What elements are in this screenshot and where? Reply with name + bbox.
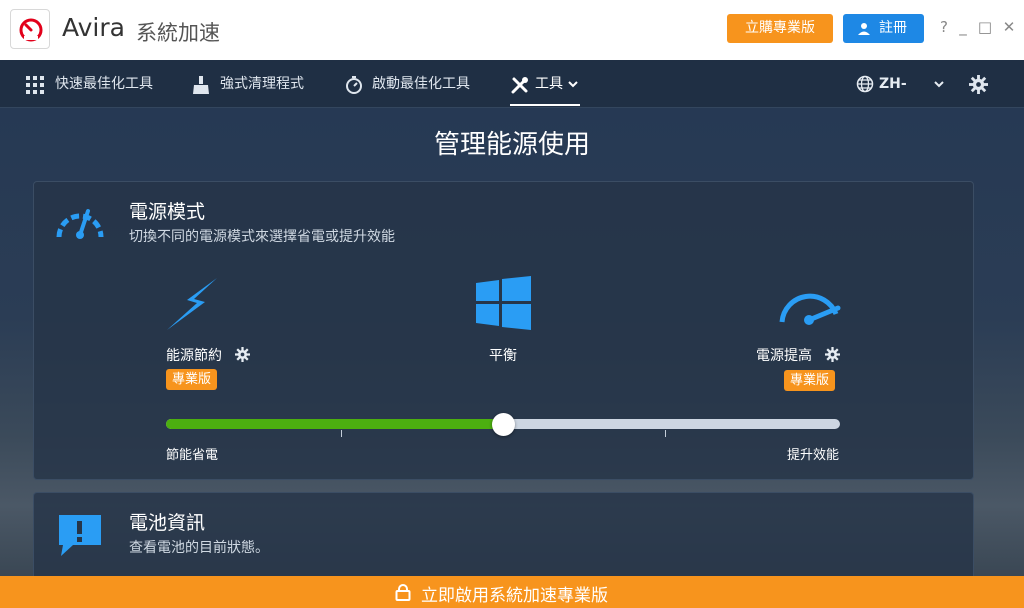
app-name: Avira bbox=[62, 13, 125, 42]
register-button[interactable]: 註冊 bbox=[843, 14, 924, 43]
speedometer-icon[interactable] bbox=[776, 284, 842, 326]
page-title: 管理能源使用 bbox=[433, 130, 590, 160]
app-subtitle: 系統加速 bbox=[136, 21, 220, 45]
nav-item-cleaner[interactable]: 強式清理程式 bbox=[192, 60, 312, 108]
power-slider-fill bbox=[166, 419, 503, 429]
title-bar: Avira 系統加速 立購專業版 註冊 ? _ □ ✕ bbox=[0, 0, 1024, 60]
settings-gear-icon[interactable] bbox=[969, 75, 988, 94]
tools-icon bbox=[511, 77, 528, 94]
nav-label: 啟動最佳化工具 bbox=[372, 76, 470, 92]
battery-title: 電池資訊 bbox=[129, 512, 206, 534]
avira-logo-icon bbox=[10, 9, 50, 49]
nav-label: 快速最佳化工具 bbox=[55, 76, 153, 92]
slider-tick bbox=[665, 430, 666, 437]
globe-icon bbox=[856, 75, 874, 93]
gear-icon[interactable] bbox=[235, 347, 250, 362]
lightning-icon[interactable] bbox=[165, 276, 221, 332]
nav-item-quick-optimizer[interactable]: 快速最佳化工具 bbox=[26, 60, 166, 108]
chevron-down-icon bbox=[934, 81, 944, 88]
slider-tick bbox=[341, 430, 342, 437]
nav-label: 強式清理程式 bbox=[220, 76, 304, 92]
buy-pro-button[interactable]: 立購專業版 bbox=[727, 14, 833, 43]
help-button[interactable]: ? bbox=[936, 18, 952, 36]
windows-icon[interactable] bbox=[476, 276, 531, 330]
user-icon bbox=[858, 23, 870, 35]
close-button[interactable]: ✕ bbox=[1001, 18, 1017, 36]
speedometer-icon bbox=[56, 209, 104, 239]
power-slider-handle[interactable] bbox=[491, 413, 515, 436]
battery-subtitle: 查看電池的目前狀態。 bbox=[129, 540, 269, 556]
broom-icon bbox=[193, 76, 209, 94]
slider-min-label: 節能省電 bbox=[166, 448, 219, 463]
gear-icon[interactable] bbox=[825, 347, 840, 362]
pro-badge: 專業版 bbox=[784, 370, 836, 391]
power-mode-title: 電源模式 bbox=[129, 201, 206, 223]
slider-max-label: 提升效能 bbox=[787, 448, 840, 463]
alert-message-icon bbox=[59, 515, 101, 556]
mode-label-balanced: 平衡 bbox=[489, 348, 517, 364]
stopwatch-icon bbox=[346, 76, 362, 94]
nav-item-tools[interactable]: 工具 bbox=[511, 60, 581, 108]
lock-icon bbox=[395, 584, 411, 601]
register-label: 註冊 bbox=[879, 20, 907, 36]
mode-label-energy-saving: 能源節約 bbox=[166, 348, 222, 364]
active-tab-indicator bbox=[510, 104, 580, 106]
power-mode-subtitle: 切換不同的電源模式來選擇省電或提升效能 bbox=[129, 229, 395, 245]
nav-item-startup-optimizer[interactable]: 啟動最佳化工具 bbox=[345, 60, 480, 108]
grid-icon bbox=[26, 76, 44, 94]
top-nav: 快速最佳化工具 強式清理程式 啟動最佳化工具 工具 ZH- bbox=[0, 60, 1024, 140]
pro-badge: 專業版 bbox=[166, 369, 218, 390]
chevron-down-icon bbox=[568, 81, 578, 88]
mode-label-power-boost: 電源提高 bbox=[756, 348, 812, 364]
activate-pro-label: 立即啟用系統加速專業版 bbox=[421, 586, 608, 606]
maximize-button[interactable]: □ bbox=[977, 18, 993, 36]
minimize-button[interactable]: _ bbox=[955, 18, 971, 36]
activate-pro-bar[interactable]: 立即啟用系統加速專業版 bbox=[0, 576, 1024, 608]
nav-label: 工具 bbox=[535, 76, 563, 92]
